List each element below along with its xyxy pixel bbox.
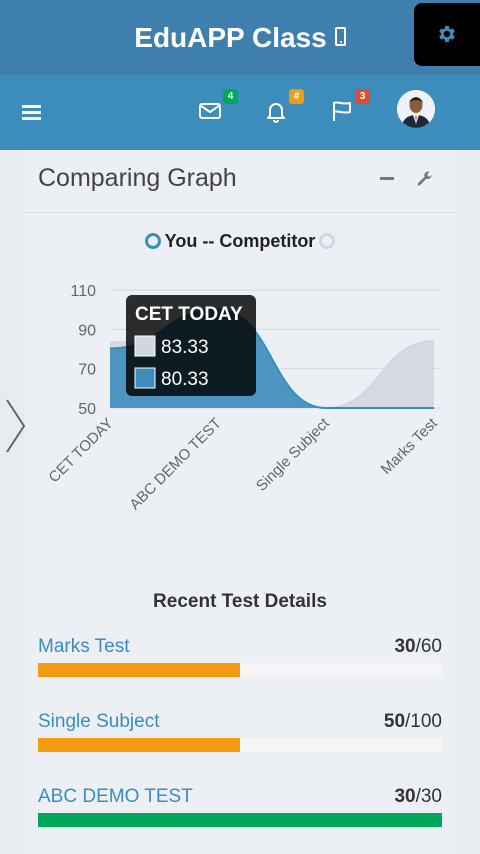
test-progress-bar: [38, 738, 442, 752]
legend-competitor-marker[interactable]: [319, 233, 336, 249]
app-title-text: EduAPP Class: [134, 22, 327, 53]
messages-button[interactable]: 4: [198, 89, 238, 125]
collapse-minus-icon[interactable]: [380, 177, 394, 180]
chart-legend: You -- Competitor: [0, 231, 480, 252]
gear-icon: [439, 25, 455, 43]
tooltip-value: 80.33: [161, 369, 209, 390]
tooltip-swatch: [134, 367, 156, 389]
panel-title: Comparing Graph: [38, 164, 237, 192]
app-header: EduAPP Class: [0, 0, 480, 75]
notifications-count-badge: #: [289, 89, 304, 104]
flag-icon: [333, 101, 351, 121]
legend-label: You -- Competitor: [164, 231, 316, 251]
notifications-button[interactable]: #: [264, 89, 304, 125]
flags-button[interactable]: 3: [330, 89, 370, 125]
x-tick-label: CET TODAY: [45, 415, 116, 486]
test-progress-fill: [38, 813, 442, 827]
comparing-area-chart: 110907050CET TODAY ABC DEMO TEST Single Su…: [45, 283, 442, 513]
test-name-link[interactable]: Single Subject: [38, 711, 159, 733]
y-tick-label: 70: [78, 362, 96, 379]
mobile-phone-icon: [334, 27, 346, 46]
y-tick-label: 90: [78, 322, 96, 339]
test-progress-fill: [38, 738, 240, 752]
panel-tools-button[interactable]: [416, 170, 434, 193]
panel-divider: [24, 212, 456, 213]
user-avatar[interactable]: [397, 90, 435, 128]
test-name-link[interactable]: Marks Test: [38, 636, 130, 658]
x-tick-label: ABC DEMO TEST: [126, 415, 224, 513]
legend-you-marker[interactable]: [144, 233, 161, 249]
tooltip-swatch: [134, 335, 156, 357]
bell-icon: [267, 103, 285, 123]
envelope-icon: [199, 103, 221, 119]
flags-count-badge: 3: [355, 89, 370, 104]
tooltip-title: CET TODAY: [135, 304, 243, 325]
y-tick-label: 110: [70, 283, 96, 300]
x-tick-label: Single Subject: [253, 414, 333, 494]
test-score: 30/60: [394, 636, 442, 657]
y-tick-label: 50: [78, 401, 96, 418]
settings-gear-button[interactable]: [414, 3, 480, 66]
tooltip-value: 83.33: [161, 337, 209, 358]
x-tick-label: Marks Test: [378, 414, 442, 478]
test-progress-fill: [38, 663, 240, 677]
side-drawer-toggle[interactable]: [4, 398, 26, 459]
menu-toggle-icon[interactable]: [22, 105, 41, 121]
recent-tests-title: Recent Test Details: [153, 591, 327, 612]
wrench-icon: [417, 171, 433, 186]
test-progress-bar: [38, 663, 442, 677]
test-score: 50/100: [383, 711, 442, 732]
test-progress-bar: [38, 813, 442, 827]
messages-count-badge: 4: [223, 89, 238, 104]
chevron-right-icon: [6, 399, 26, 453]
app-title: EduAPP Class: [0, 22, 480, 54]
test-score: 30/30: [394, 786, 442, 807]
test-name-link[interactable]: ABC DEMO TEST: [38, 786, 193, 808]
